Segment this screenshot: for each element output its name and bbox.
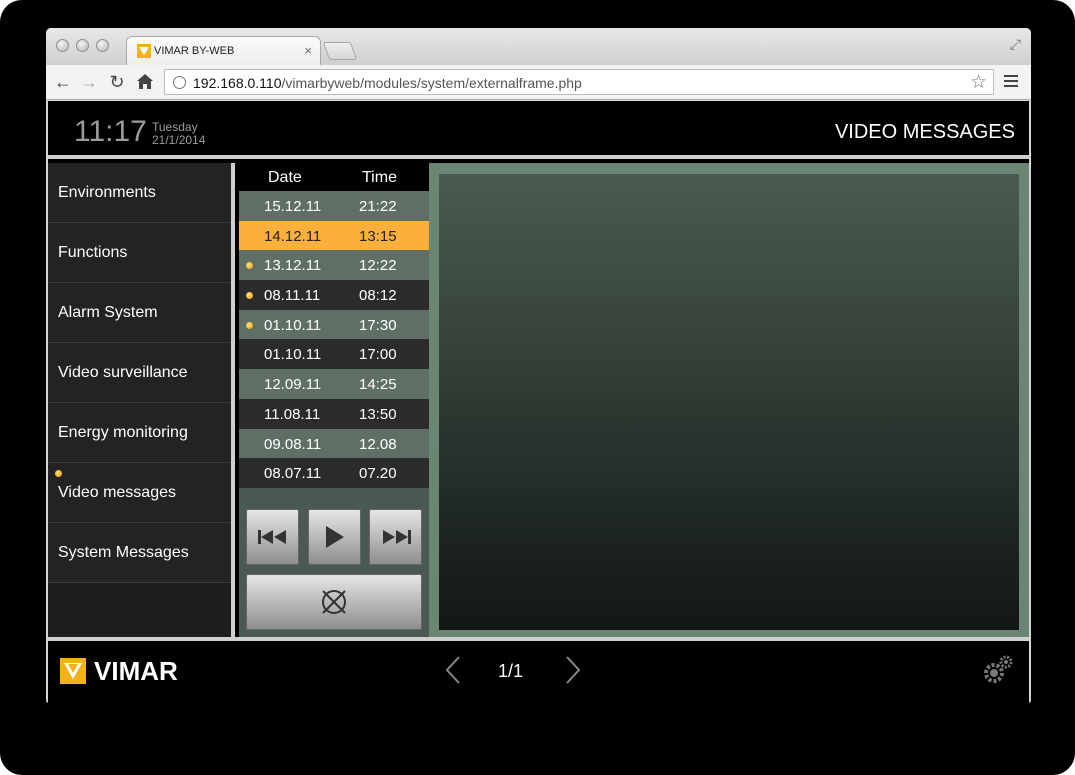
sidebar-item-system-messages[interactable]: System Messages bbox=[48, 523, 231, 583]
message-row[interactable]: 15.12.11 21:22 bbox=[239, 191, 429, 221]
new-message-icon bbox=[246, 321, 253, 329]
browser-window: VIMAR BY-WEB × ⤢ ← → ↻ 192.168.0.110/vim… bbox=[46, 28, 1031, 703]
delete-icon bbox=[322, 590, 346, 614]
tab-close-icon[interactable]: × bbox=[304, 43, 312, 58]
message-row[interactable]: 08.11.11 08:12 bbox=[239, 280, 429, 310]
sidebar-item-video-surveillance[interactable]: Video surveillance bbox=[48, 343, 231, 403]
address-bar[interactable]: 192.168.0.110/vimarbyweb/modules/system/… bbox=[164, 69, 994, 95]
page-title: VIDEO MESSAGES bbox=[834, 121, 1015, 143]
clock-date: 21/1/2014 bbox=[152, 133, 206, 147]
message-list-panel: Date Time 15.12.11 21:22 14.12.11 13:15 13.1… bbox=[239, 163, 429, 637]
sidebar-item-video-messages[interactable]: Video messages bbox=[48, 463, 231, 523]
message-time: 12:22 bbox=[359, 257, 397, 275]
url-text: 192.168.0.110/vimarbyweb/modules/system/… bbox=[193, 75, 582, 91]
message-time: 13:50 bbox=[359, 405, 397, 423]
fullscreen-icon[interactable]: ⤢ bbox=[1010, 36, 1021, 53]
vimar-app: 11:17 Tuesday 21/1/2014 VIDEO MESSAGES E… bbox=[46, 101, 1031, 703]
menu-icon[interactable] bbox=[1004, 72, 1018, 90]
page-indicator: 1/1 bbox=[498, 661, 524, 681]
sidebar-item-label: Video messages bbox=[58, 484, 176, 501]
message-row[interactable]: 13.12.11 12:22 bbox=[239, 250, 429, 281]
close-window-button[interactable] bbox=[56, 39, 69, 52]
video-screen[interactable] bbox=[439, 174, 1019, 630]
message-row[interactable]: 11.08.11 13:50 bbox=[239, 398, 429, 429]
message-date: 12.09.11 bbox=[264, 376, 322, 394]
message-time: 14:25 bbox=[359, 376, 397, 394]
vimar-favicon-icon bbox=[137, 44, 151, 58]
clock-time: 11:17 bbox=[74, 115, 147, 148]
message-row[interactable]: 09.08.11 12.08 bbox=[239, 428, 429, 459]
browser-toolbar: ← → ↻ 192.168.0.110/vimarbyweb/modules/s… bbox=[46, 65, 1031, 100]
reload-icon[interactable]: ↻ bbox=[106, 71, 128, 93]
message-time: 07.20 bbox=[359, 465, 397, 483]
message-date: 08.07.11 bbox=[264, 465, 322, 483]
sidebar-item-energy-monitoring[interactable]: Energy monitoring bbox=[48, 403, 231, 463]
new-indicator-icon bbox=[55, 470, 62, 477]
vimar-logo-icon bbox=[60, 658, 86, 684]
tab-title: VIMAR BY-WEB bbox=[154, 45, 235, 57]
browser-tab[interactable]: VIMAR BY-WEB × bbox=[126, 36, 321, 65]
sidebar-item-label: System Messages bbox=[58, 544, 189, 561]
new-tab-button[interactable] bbox=[322, 42, 358, 60]
message-date: 09.08.11 bbox=[264, 435, 322, 453]
time-column-header: Time bbox=[362, 169, 397, 186]
message-row[interactable]: 01.10.11 17:00 bbox=[239, 339, 429, 370]
new-message-icon bbox=[246, 262, 253, 270]
message-row[interactable]: 14.12.11 13:15 bbox=[239, 220, 429, 251]
globe-icon bbox=[173, 76, 186, 89]
message-row[interactable]: 08.07.11 07.20 bbox=[239, 458, 429, 488]
sidebar-item-label: Environments bbox=[58, 184, 156, 201]
message-date: 08.11.11 bbox=[264, 287, 321, 305]
next-page-icon[interactable] bbox=[564, 655, 582, 685]
message-time: 12.08 bbox=[359, 435, 397, 453]
message-date: 01.10.11 bbox=[264, 316, 322, 334]
sidebar-item-environments[interactable]: Environments bbox=[48, 163, 231, 223]
video-player-panel bbox=[429, 163, 1029, 637]
message-time: 17:00 bbox=[359, 346, 397, 364]
prev-page-icon[interactable] bbox=[444, 655, 462, 685]
sidebar-item-alarm-system[interactable]: Alarm System bbox=[48, 283, 231, 343]
home-icon[interactable] bbox=[136, 73, 154, 90]
message-list: 15.12.11 21:22 14.12.11 13:15 13.12.11 12:22 0… bbox=[239, 191, 429, 488]
list-header: Date Time bbox=[239, 163, 429, 191]
brand-logo-text: VIMAR bbox=[94, 656, 178, 686]
sidebar-item-label: Video surveillance bbox=[58, 364, 188, 381]
skip-back-icon bbox=[257, 530, 286, 544]
back-icon[interactable]: ← bbox=[52, 71, 74, 93]
skip-back-button[interactable] bbox=[246, 509, 299, 565]
sidebar-item-label: Energy monitoring bbox=[58, 424, 188, 441]
message-row[interactable]: 12.09.11 14:25 bbox=[239, 369, 429, 399]
skip-forward-icon bbox=[382, 530, 411, 544]
date-column-header: Date bbox=[268, 169, 302, 186]
skip-forward-button[interactable] bbox=[369, 509, 422, 565]
app-footer: VIMAR 1/1 bbox=[48, 637, 1029, 703]
message-time: 17:30 bbox=[359, 316, 397, 334]
message-date: 11.08.11 bbox=[264, 405, 321, 423]
forward-icon[interactable]: → bbox=[78, 71, 100, 93]
delete-button[interactable] bbox=[246, 574, 422, 630]
minimize-window-button[interactable] bbox=[76, 39, 89, 52]
message-date: 13.12.11 bbox=[264, 257, 322, 275]
sidebar-item-label: Alarm System bbox=[58, 304, 158, 321]
app-header: 11:17 Tuesday 21/1/2014 VIDEO MESSAGES bbox=[48, 101, 1029, 159]
message-time: 13:15 bbox=[359, 227, 397, 245]
message-row[interactable]: 01.10.11 17:30 bbox=[239, 309, 429, 340]
message-date: 01.10.11 bbox=[264, 346, 322, 364]
star-icon[interactable]: ☆ bbox=[970, 71, 987, 94]
gear-icon[interactable] bbox=[982, 655, 1014, 685]
sidebar: Environments Functions Alarm System Vide… bbox=[48, 163, 235, 637]
sidebar-item-label: Functions bbox=[58, 244, 128, 261]
zoom-window-button[interactable] bbox=[96, 39, 109, 52]
message-time: 21:22 bbox=[359, 198, 397, 215]
new-message-icon bbox=[246, 292, 253, 300]
play-icon bbox=[325, 526, 344, 548]
tab-strip: VIMAR BY-WEB × ⤢ bbox=[46, 28, 1031, 65]
message-date: 15.12.11 bbox=[264, 198, 322, 215]
clock-day: Tuesday bbox=[152, 120, 198, 134]
message-time: 08:12 bbox=[359, 287, 397, 305]
sidebar-item-functions[interactable]: Functions bbox=[48, 223, 231, 283]
message-date: 14.12.11 bbox=[264, 227, 322, 245]
play-button[interactable] bbox=[308, 509, 361, 565]
